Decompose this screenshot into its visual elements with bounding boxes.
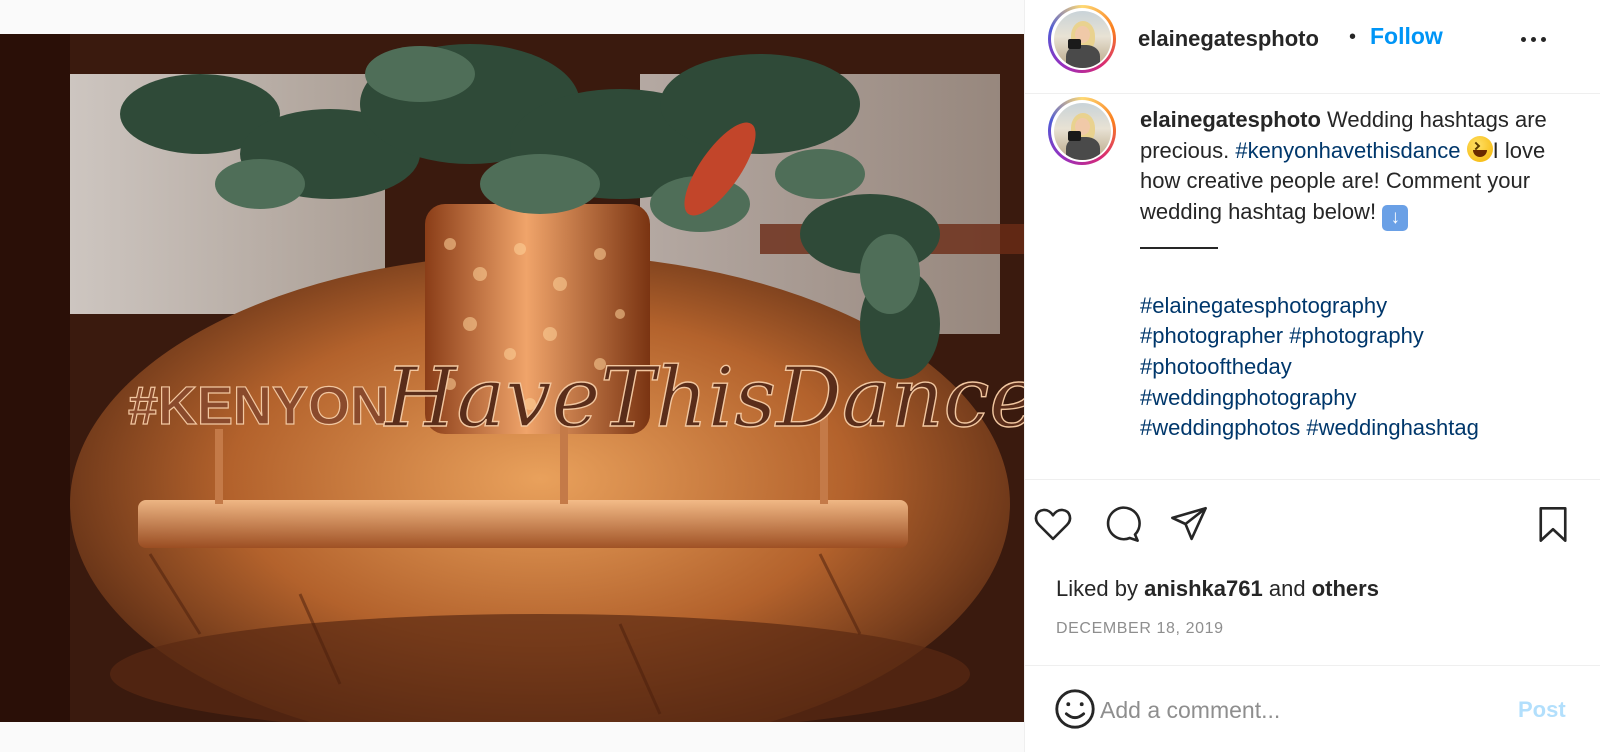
post-photo-illustration: #KENYON HaveThisDance [0, 34, 1024, 722]
liked-by-text: Liked by anishka761 and others [1056, 576, 1379, 601]
more-options-icon[interactable] [1513, 24, 1553, 54]
comment-icon[interactable] [1098, 501, 1144, 547]
caption-avatar-image [1053, 102, 1111, 160]
caption-avatar[interactable] [1048, 97, 1116, 165]
hashtag[interactable]: #photooftheday [1140, 354, 1292, 379]
emoji-icon[interactable] [1052, 686, 1098, 732]
post-image-area: #KENYON HaveThisDance [0, 0, 1024, 752]
hashtag[interactable]: #weddinghashtag [1306, 415, 1478, 440]
post-photo[interactable]: #KENYON HaveThisDance [0, 34, 1024, 722]
comment-bar: Post [1025, 665, 1600, 752]
caption-text: elainegatesphoto Wedding hashtags are pr… [1140, 105, 1570, 444]
bookmark-icon[interactable] [1530, 501, 1576, 547]
hashtag[interactable]: #elainegatesphotography [1140, 293, 1387, 318]
hashtag[interactable]: #photographer [1140, 323, 1283, 348]
svg-text:HaveThisDance: HaveThisDance [383, 351, 1024, 446]
post-header: elainegatesphoto • Follow [1025, 0, 1600, 94]
follow-button[interactable]: Follow [1370, 23, 1443, 50]
avatar-image [1053, 10, 1111, 68]
hashtag[interactable]: #photography [1289, 323, 1424, 348]
avatar[interactable] [1048, 5, 1116, 73]
sign-hashtag-text: #KENYON [128, 376, 389, 436]
caption-section: elainegatesphoto Wedding hashtags are pr… [1025, 95, 1600, 479]
liked-by-user[interactable]: anishka761 [1144, 576, 1263, 601]
down-arrow-icon: ↓ [1382, 204, 1409, 231]
grinning-squinting-face-icon [1466, 135, 1493, 162]
caption-username[interactable]: elainegatesphoto [1140, 107, 1321, 132]
post-comment-button[interactable]: Post [1518, 697, 1566, 723]
separator-dot: • [1349, 26, 1357, 48]
caption-hashtag-kenyon[interactable]: #kenyonhavethisdance [1235, 138, 1460, 163]
paper-plane-icon[interactable] [1166, 501, 1212, 547]
post-actions: Liked by anishka761 and others DECEMBER … [1025, 479, 1600, 665]
liked-by-others-link[interactable]: others [1312, 576, 1379, 601]
header-username[interactable]: elainegatesphoto [1138, 26, 1319, 52]
hashtag[interactable]: #weddingphotos [1140, 415, 1300, 440]
post-side-panel: elainegatesphoto • Follow elainegatespho… [1025, 0, 1600, 752]
hashtag[interactable]: #weddingphotography [1140, 385, 1357, 410]
caption-divider [1140, 246, 1218, 249]
comment-input[interactable] [1098, 690, 1498, 730]
heart-icon[interactable] [1030, 501, 1076, 547]
post-date[interactable]: DECEMBER 18, 2019 [1056, 620, 1224, 638]
